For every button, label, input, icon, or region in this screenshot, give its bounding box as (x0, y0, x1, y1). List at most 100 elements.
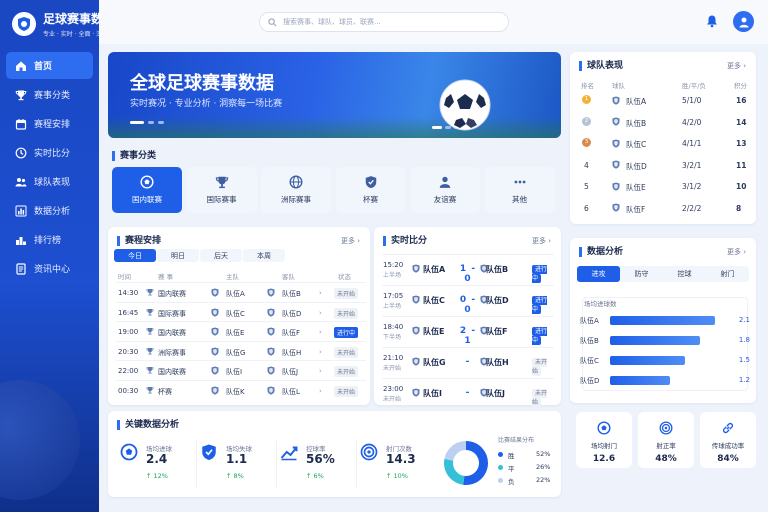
schedule-more-link[interactable]: 更多 › (341, 236, 360, 246)
mini-stat-card: 射正率 48% (638, 412, 694, 468)
schedule-tab-2[interactable]: 后天 (200, 249, 242, 262)
user-icon (739, 17, 748, 27)
data-analysis-more-link[interactable]: 更多 › (727, 247, 746, 257)
team-performance-row[interactable]: 3 队伍C 4/1/1 13 (580, 133, 750, 154)
category-3[interactable]: 杯赛 (335, 167, 406, 213)
category-2[interactable]: 洲际赛事 (261, 167, 331, 213)
schedule-row[interactable]: 22:00 国内联赛 队伍I 队伍J › 未开始 (116, 360, 366, 379)
sidebar-item-3[interactable]: 实时比分 (6, 139, 93, 166)
team-points: 13 (736, 139, 747, 148)
hero-banner[interactable]: 全球足球赛事数据 实时赛况 · 专业分析 · 洞察每一场比赛 (108, 52, 561, 138)
team-crest-icon (412, 388, 420, 397)
match-status-badge: 未开始 (334, 366, 359, 377)
donut-slice-负 (444, 441, 466, 461)
live-match-period: 未开始 (383, 365, 402, 372)
banner-title: 全球足球赛事数据 (130, 73, 274, 94)
sidebar-item-2[interactable]: 赛程安排 (6, 110, 93, 137)
away-team: 队伍J (282, 368, 299, 376)
team-crest-icon (211, 308, 219, 317)
team-crest-icon (612, 96, 620, 105)
team-crest-icon (612, 160, 620, 169)
sidebar-item-0[interactable]: 首页 (6, 52, 93, 79)
chevron-right-icon[interactable]: › (319, 348, 322, 356)
trophy-icon (146, 386, 154, 393)
sidebar-item-7[interactable]: 资讯中心 (6, 255, 93, 282)
analysis-tab-2[interactable]: 控球 (663, 266, 706, 282)
bar-value-label: 1.2 (738, 376, 750, 384)
match-league: 洲际赛事 (158, 348, 186, 357)
home-icon (16, 61, 26, 71)
sidebar-item-4[interactable]: 球队表现 (6, 168, 93, 195)
data-analysis-tabs: 进攻 防守 控球 射门 (577, 266, 749, 282)
live-home-team: 队伍A (423, 265, 446, 274)
analysis-tab-3[interactable]: 射门 (706, 266, 749, 282)
live-match-row[interactable]: 23:00 未开始 队伍I - 队伍J 未开始 (382, 378, 554, 409)
soccer-ball-icon (140, 175, 154, 189)
clock-icon (15, 147, 27, 158)
schedule-row[interactable]: 00:30 杯赛 队伍K 队伍L › 未开始 (116, 379, 366, 399)
team-crest-icon (267, 386, 275, 395)
bar-category-label: 队伍A (580, 317, 599, 325)
chevron-right-icon[interactable]: › (319, 328, 322, 336)
category-0[interactable]: 国内联赛 (112, 167, 182, 213)
legend-swatch (498, 465, 503, 470)
team-performance-row[interactable]: 5 队伍E 3/1/2 10 (580, 176, 750, 197)
team-icon (15, 177, 27, 186)
search-input[interactable]: 搜索赛事、球队、球员、联赛... (259, 12, 509, 32)
match-status-badge: 未开始 (334, 307, 359, 319)
schedule-tab-0[interactable]: 今日 (114, 249, 156, 262)
live-match-row[interactable]: 18:40 下半场 队伍E 2 - 1 队伍F 进行中 (382, 316, 554, 347)
team-performance-more-link[interactable]: 更多 › (727, 61, 746, 71)
category-1[interactable]: 国际赛事 (186, 167, 257, 213)
trend-icon (280, 446, 298, 461)
category-label: 国际赛事 (206, 195, 237, 204)
live-more-link[interactable]: 更多 › (532, 236, 551, 246)
schedule-row[interactable]: 14:30 国内联赛 队伍A 队伍B › 未开始 (116, 282, 366, 301)
chevron-right-icon[interactable]: › (319, 367, 322, 375)
user-avatar[interactable] (733, 11, 754, 32)
bar-row: 队伍D 1.2 (580, 373, 750, 389)
match-league: 国内联赛 (158, 368, 186, 376)
analysis-tab-0[interactable]: 进攻 (577, 266, 620, 282)
bar-value-label: 1.5 (738, 356, 750, 364)
team-name: 队伍D (626, 161, 647, 171)
schedule-row[interactable]: 19:00 国内联赛 队伍E 队伍F › 进行中 (116, 321, 366, 340)
live-match-row[interactable]: 15:20 上半场 队伍A 1 - 0 队伍B 进行中 (382, 254, 554, 285)
banner-indicator-left[interactable] (130, 121, 168, 124)
analysis-tab-1[interactable]: 防守 (620, 266, 663, 282)
sidebar-item-6[interactable]: 排行榜 (6, 226, 93, 253)
sidebar-item-5[interactable]: 数据分析 (6, 197, 93, 224)
live-match-row[interactable]: 21:10 未开始 队伍G - 队伍H 未开始 (382, 347, 554, 378)
schedule-tab-3[interactable]: 本周 (243, 249, 285, 262)
chevron-right-icon[interactable]: › (319, 309, 322, 317)
chevron-right-icon[interactable]: › (319, 387, 322, 395)
sidebar-item-label: 首页 (34, 62, 53, 72)
sidebar-nav: 首页赛事分类 赛程安排 实时比分 球队表现 数据分析 排行榜 资讯中心 (0, 52, 99, 284)
category-5[interactable]: 其他 (484, 167, 555, 213)
schedule-row[interactable]: 20:30 洲际赛事 队伍G 队伍H › 未开始 (116, 340, 366, 360)
match-status-badge: 进行中 (334, 327, 359, 338)
team-performance-column-header: 积分 (734, 82, 747, 90)
app-logo[interactable]: 足球赛事数据中心 专业 · 实时 · 全面 · 深度 (12, 10, 99, 38)
live-match-row[interactable]: 17:05 上半场 队伍C 0 - 0 队伍D 进行中 (382, 285, 554, 316)
team-crest-icon (211, 366, 219, 375)
team-performance-row[interactable]: 1 队伍A 5/1/0 16 (580, 90, 750, 111)
team-performance-row[interactable]: 6 队伍F 2/2/2 8 (580, 198, 750, 219)
bell-icon[interactable] (705, 14, 719, 28)
team-performance-row[interactable]: 4 队伍D 3/2/1 11 (580, 155, 750, 176)
schedule-tabs: 今日 明日 后天 本周 (114, 249, 286, 262)
category-4[interactable]: 友谊赛 (410, 167, 480, 213)
match-time: 16:45 (118, 308, 139, 317)
trophy-icon (215, 176, 228, 189)
team-performance-row[interactable]: 2 队伍B 4/2/0 14 (580, 112, 750, 133)
sidebar-item-1[interactable]: 赛事分类 (6, 81, 93, 108)
schedule-row[interactable]: 16:45 国际赛事 队伍C 队伍D › 未开始 (116, 301, 366, 321)
schedule-tab-1[interactable]: 明日 (157, 249, 199, 262)
live-away-team: 队伍B (486, 265, 509, 274)
legend-swatch (498, 478, 503, 483)
bar (610, 316, 715, 325)
chevron-right-icon[interactable]: › (319, 289, 322, 297)
team-name: 队伍A (626, 97, 647, 106)
legend-label: 平 (508, 465, 515, 473)
team-points: 10 (736, 182, 747, 191)
